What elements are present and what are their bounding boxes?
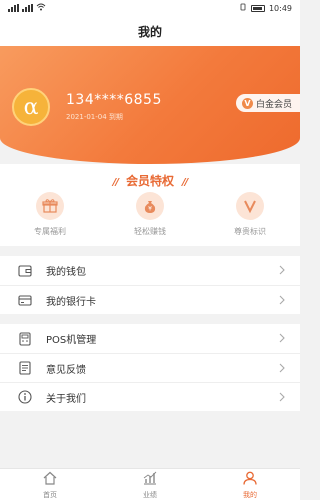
menu-item-label: POS机管理 [46,335,97,346]
money-bag-icon: ¥ [136,192,164,220]
menu-item-label: 关于我们 [46,393,86,405]
feedback-icon [18,361,32,375]
status-time: 10:49 [268,3,292,13]
menu-item-pos-management[interactable]: POS机管理 [0,324,300,353]
bottom-tab-bar: 首页 业绩 我的 [0,468,300,500]
chevron-right-icon [279,392,285,402]
privilege-label: 专属福利 [34,227,66,236]
membership-expire: 2021-01-04 到期 [66,113,123,121]
menu-group-general: POS机管理 意见反馈 关于我们 [0,324,300,411]
signal-icon-2 [22,4,33,12]
privilege-exclusive-benefits[interactable]: 专属福利 [10,192,90,237]
signal-icon [8,4,19,12]
tab-label: 业绩 [143,490,157,499]
wallet-icon [18,264,32,278]
wifi-icon [36,3,46,13]
profile-header: α 134****6855 2021-01-04 到期 V 白金会员 [0,46,300,164]
chart-icon [142,470,158,489]
chevron-right-icon [279,295,285,305]
pos-icon [18,331,32,346]
status-right-group: 10:49 [239,3,292,13]
menu-item-label: 意见反馈 [46,364,86,376]
gift-icon [36,192,64,220]
vip-mark-icon [236,192,264,220]
title-decoration-right: // [182,177,188,188]
tab-performance[interactable]: 业绩 [100,469,200,500]
user-icon [242,470,258,489]
title-decoration-left: // [112,177,119,188]
chevron-right-icon [279,333,285,343]
menu-item-wallet[interactable]: 我的钱包 [0,256,300,285]
user-phone: 134****6855 [66,92,162,108]
battery-icon [250,4,265,12]
svg-text:¥: ¥ [148,206,152,213]
tab-label: 首页 [43,490,57,499]
tab-mine[interactable]: 我的 [200,469,300,500]
menu-item-feedback[interactable]: 意见反馈 [0,353,300,382]
privilege-honor-mark[interactable]: 尊贵标识 [210,192,290,237]
menu-item-about-us[interactable]: 关于我们 [0,382,300,411]
privileges-title: // 会员特权 // [0,172,300,189]
status-bar: 10:49 [0,0,300,16]
info-icon [18,390,32,404]
privilege-label: 轻松赚钱 [134,227,166,236]
tab-home[interactable]: 首页 [0,469,100,500]
status-signal-group [8,3,46,13]
vip-badge-label: 白金会员 [255,99,292,110]
privileges-title-text: 会员特权 [125,174,174,188]
member-privileges: // 会员特权 // 专属福利 ¥ 轻松赚钱 尊贵标识 [0,164,300,246]
vip-badge[interactable]: V 白金会员 [235,94,300,112]
tab-label: 我的 [243,490,257,499]
menu-group-finance: 我的钱包 我的银行卡 [0,256,300,314]
privilege-label: 尊贵标识 [234,227,266,236]
page-title: 我的 [0,16,300,46]
vibrate-icon [239,3,247,13]
chevron-right-icon [279,363,285,373]
menu-item-bank-card[interactable]: 我的银行卡 [0,285,300,314]
menu-item-label: 我的钱包 [46,267,86,278]
chevron-right-icon [279,265,285,275]
privilege-easy-earning[interactable]: ¥ 轻松赚钱 [110,192,190,237]
avatar[interactable]: α [12,88,50,126]
bank-card-icon [18,293,32,307]
home-icon [42,470,58,489]
menu-item-label: 我的银行卡 [46,296,96,308]
vip-icon: V [241,97,253,109]
